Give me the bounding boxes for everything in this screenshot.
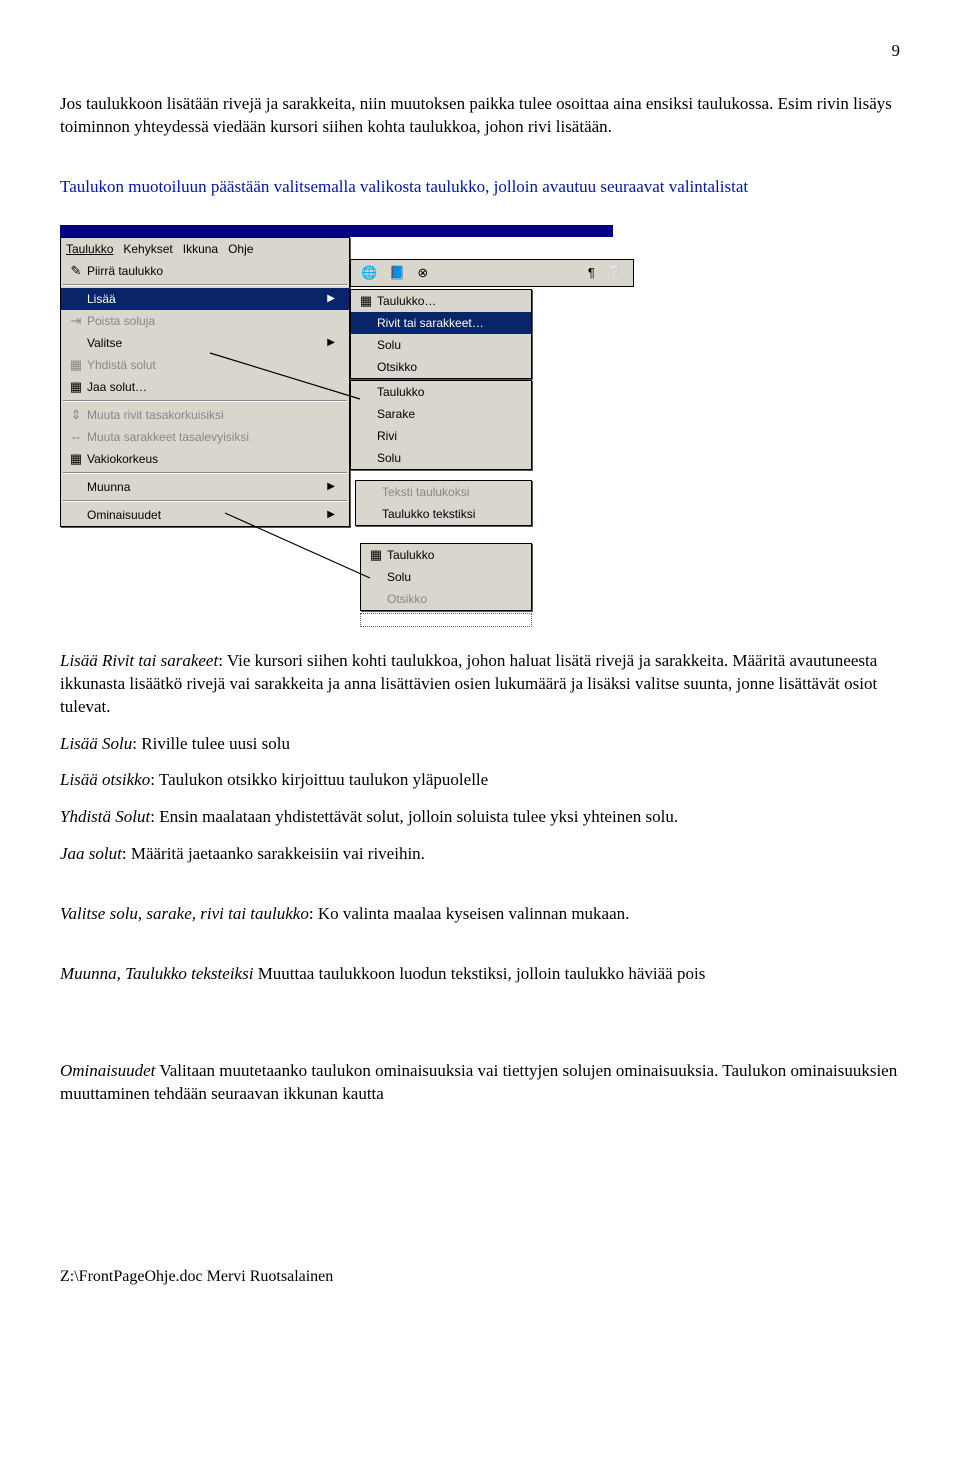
page-number: 9 (60, 40, 900, 63)
bullet-split: Jaa solut: Määritä jaetaanko sarakkeisii… (60, 843, 900, 866)
paragraph-note: Taulukon muotoiluun päästään valitsemall… (60, 176, 900, 199)
bullet-convert: Muunna, Taulukko teksteiksi Muuttaa taul… (60, 963, 900, 986)
screenshot-wrapper: Taulukko Kehykset Ikkuna Ohje ✎ Piirrä t… (60, 213, 610, 628)
bullet-merge: Yhdistä Solut: Ensin maalataan yhdistett… (60, 806, 900, 829)
bullet-properties: Ominaisuudet Valitaan muutetaanko tauluk… (60, 1060, 900, 1106)
bullet-select: Valitse solu, sarake, rivi tai taulukko:… (60, 903, 900, 926)
footer-path: Z:\FrontPageOhje.doc Mervi Ruotsalainen (60, 1266, 900, 1288)
paragraph-intro: Jos taulukkoon lisätään rivejä ja sarakk… (60, 93, 900, 139)
indicator-lines (60, 213, 620, 633)
bullet-insert-cell: Lisää Solu: Riville tulee uusi solu (60, 733, 900, 756)
bullet-insert-rows: Lisää Rivit tai sarakeet: Vie kursori si… (60, 650, 900, 719)
bullet-insert-caption: Lisää otsikko: Taulukon otsikko kirjoitt… (60, 769, 900, 792)
